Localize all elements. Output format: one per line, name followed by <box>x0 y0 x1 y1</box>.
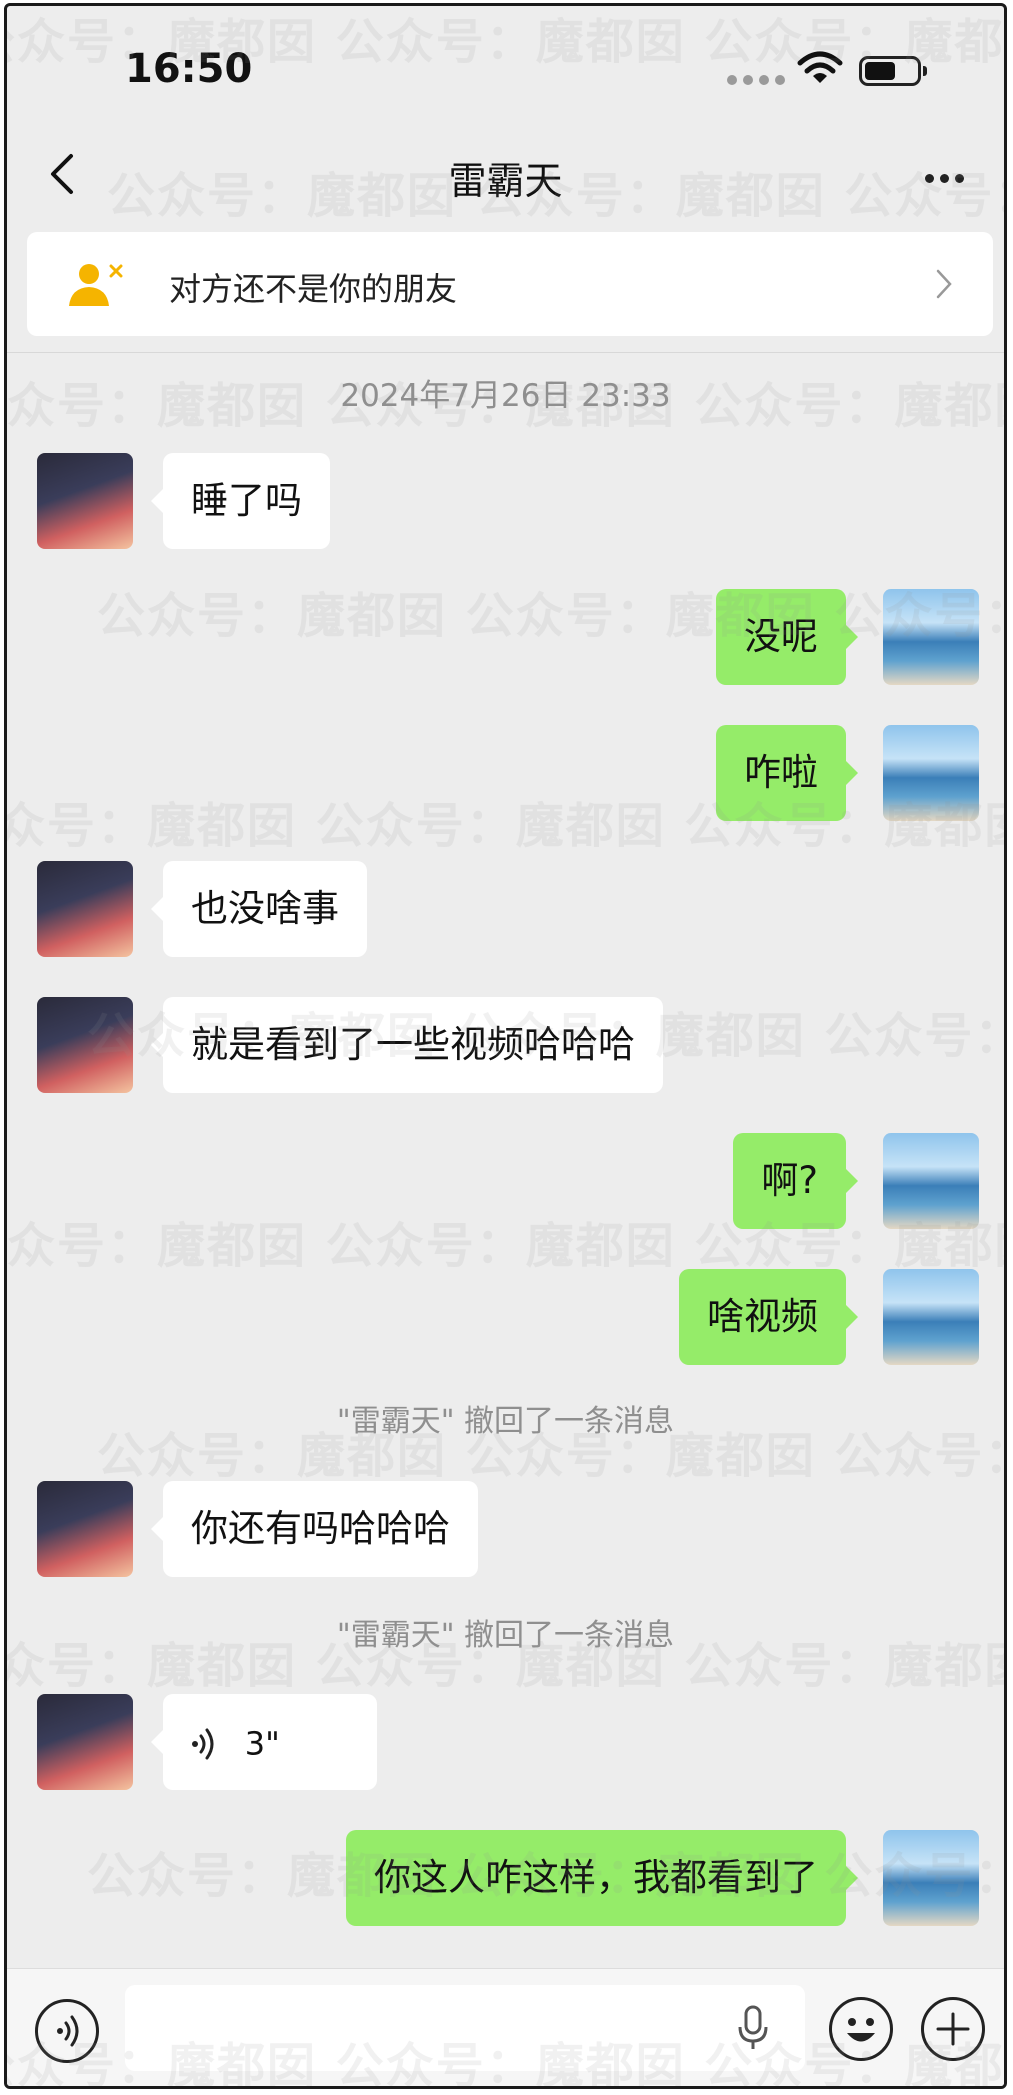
sent-message[interactable]: 咋啦 <box>716 725 858 821</box>
sent-message[interactable]: 你这人咋这样，我都看到了 <box>346 1830 858 1926</box>
voice-message[interactable]: 3" <box>151 1694 377 1790</box>
sent-message[interactable]: 啥视频 <box>679 1269 858 1365</box>
banner-text: 对方还不是你的朋友 <box>169 270 458 308</box>
wifi-icon <box>797 51 843 83</box>
voice-mode-button[interactable] <box>35 1999 99 2063</box>
recall-notice: "雷霸天" 撤回了一条消息 <box>336 1618 675 1653</box>
status-bar: 16:50 <box>7 6 1004 116</box>
add-button[interactable] <box>921 1997 985 2061</box>
recall-notice: "雷霸天" 撤回了一条消息 <box>336 1404 675 1439</box>
not-friend-banner[interactable]: 对方还不是你的朋友 <box>27 232 993 336</box>
my-avatar[interactable] <box>883 725 979 821</box>
plus-icon <box>936 2012 970 2046</box>
my-avatar[interactable] <box>883 589 979 685</box>
input-bar <box>7 1968 1004 2086</box>
nav-bar: 雷霸天 <box>7 116 1004 226</box>
my-avatar[interactable] <box>883 1269 979 1365</box>
voice-wave-icon <box>192 1728 214 1759</box>
chat-screen: 公众号：魔都囡 公众号：魔都囡 公众号：魔都囡 公众号：魔都囡 公众号：魔都囡 … <box>4 3 1007 2089</box>
sent-message[interactable]: 没呢 <box>716 589 858 685</box>
chevron-right-icon <box>936 269 952 299</box>
divider <box>7 352 1004 353</box>
received-message[interactable]: 你还有吗哈哈哈 <box>151 1481 478 1577</box>
watermark-row: 公众号：魔都囡 公众号：魔都囡 公众号：魔都囡 公众号：魔都囡 公众号：魔都囡 … <box>97 588 1004 644</box>
watermark-row: 公众号：魔都囡 公众号：魔都囡 公众号：魔都囡 公众号：魔都囡 公众号：魔都囡 … <box>7 1218 1004 1274</box>
more-dots-icon[interactable] <box>919 168 964 187</box>
received-message[interactable]: 也没啥事 <box>151 861 367 957</box>
received-message[interactable]: 睡了吗 <box>151 453 330 549</box>
my-avatar[interactable] <box>883 1830 979 1926</box>
contact-avatar[interactable] <box>37 997 133 1093</box>
signal-icon <box>727 70 791 89</box>
status-time: 16:50 <box>125 46 253 92</box>
emoji-icon <box>847 2018 875 2042</box>
chat-title: 雷霸天 <box>448 159 563 203</box>
contact-avatar[interactable] <box>37 1481 133 1577</box>
message-input[interactable] <box>125 1985 805 2071</box>
chat-timestamp: 2024年7月26日 23:33 <box>340 378 671 414</box>
contact-avatar[interactable] <box>37 861 133 957</box>
voice-mode-icon <box>57 2015 79 2047</box>
contact-avatar[interactable] <box>37 453 133 549</box>
sent-message[interactable]: 啊? <box>733 1133 858 1229</box>
emoji-button[interactable] <box>829 1997 893 2061</box>
battery-icon <box>859 56 927 86</box>
mic-icon[interactable] <box>737 2005 769 2053</box>
received-message[interactable]: 就是看到了一些视频哈哈哈 <box>151 997 663 1093</box>
user-not-friend-icon <box>69 264 123 306</box>
my-avatar[interactable] <box>883 1133 979 1229</box>
watermark-row: 公众号：魔都囡 公众号：魔都囡 公众号：魔都囡 公众号：魔都囡 公众号：魔都囡 … <box>7 798 1004 854</box>
voice-duration: 3" <box>244 1724 280 1763</box>
contact-avatar[interactable] <box>37 1694 133 1790</box>
